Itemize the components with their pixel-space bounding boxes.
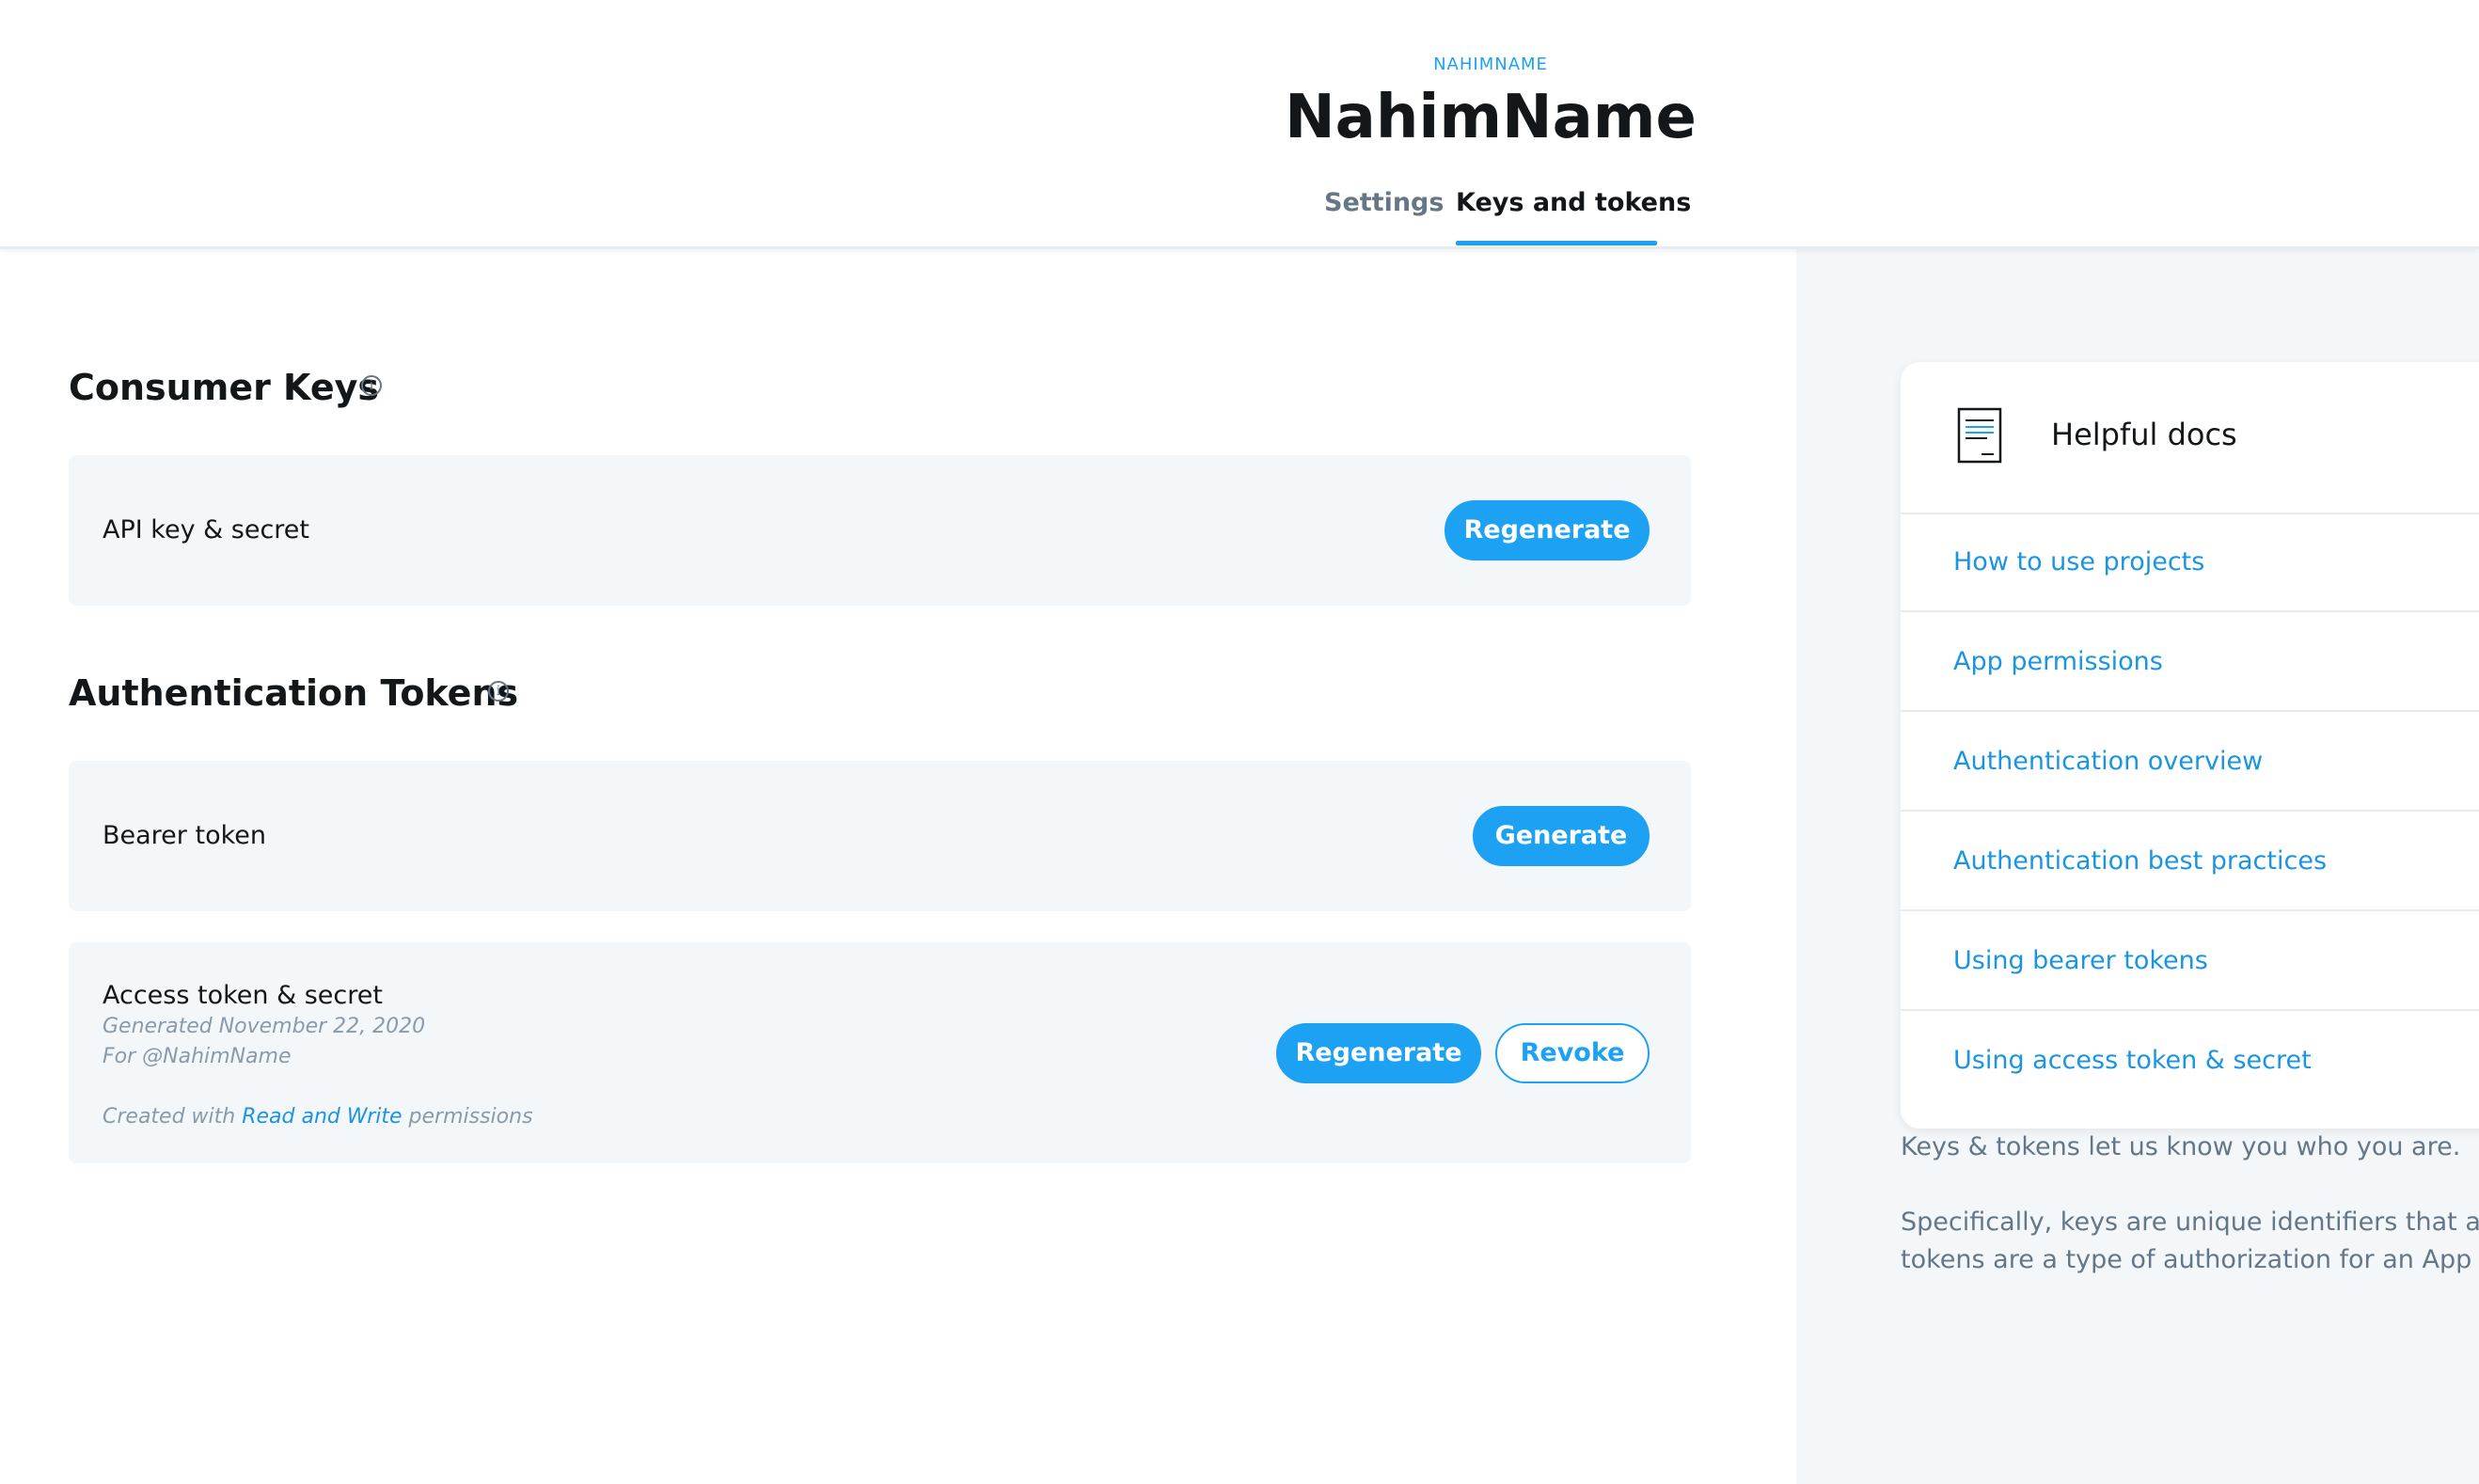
api-key-card: API key & secret Regenerate (69, 455, 1691, 606)
sidebar-blurb-intro: Keys & tokens let us know you who you ar… (1901, 1132, 2461, 1161)
app-handle-eyebrow: NAHIMNAME (1433, 55, 1548, 74)
authentication-tokens-heading: Authentication Tokens (69, 672, 519, 714)
access-token-regenerate-button[interactable]: Regenerate (1276, 1023, 1481, 1083)
api-key-regenerate-button[interactable]: Regenerate (1445, 500, 1650, 560)
helpful-docs-title: Helpful docs (2051, 417, 2237, 452)
doc-link-label: How to use projects (1953, 547, 2205, 576)
active-tab-indicator (1456, 241, 1657, 245)
doc-link-authentication-overview[interactable]: Authentication overview (1901, 712, 2479, 812)
main-content: Consumer Keys i API key & secret Regener… (0, 249, 1796, 1484)
helpful-docs-header: Helpful docs (1901, 362, 2479, 514)
api-key-label: API key & secret (103, 515, 310, 545)
tab-settings[interactable]: Settings (1324, 188, 1444, 217)
permissions-prefix: Created with (103, 1105, 236, 1129)
app-title: NahimName (1285, 83, 1697, 152)
document-icon (1957, 407, 2002, 464)
permissions-link[interactable]: Read and Write (242, 1105, 402, 1129)
bearer-token-generate-button[interactable]: Generate (1473, 806, 1650, 866)
doc-link-how-to-use-projects[interactable]: How to use projects (1901, 513, 2479, 612)
access-token-label: Access token & secret (103, 981, 383, 1010)
doc-link-label: App permissions (1953, 647, 2163, 676)
sidebar: Helpful docs How to use projects App per… (1796, 249, 2479, 1484)
doc-link-label: Authentication overview (1953, 747, 2264, 776)
tab-keys-and-tokens[interactable]: Keys and tokens (1456, 188, 1691, 217)
access-token-revoke-button[interactable]: Revoke (1495, 1023, 1650, 1083)
doc-link-label: Using access token & secret (1953, 1046, 2312, 1075)
bearer-token-label: Bearer token (103, 821, 266, 850)
doc-link-label: Using bearer tokens (1953, 946, 2208, 975)
access-token-permissions-note: Created with Read and Write permissions (103, 1105, 533, 1129)
doc-link-app-permissions[interactable]: App permissions (1901, 612, 2479, 712)
access-token-card: Access token & secret Generated November… (69, 942, 1691, 1163)
sidebar-blurb-line-1: Specifically, keys are unique identifier… (1901, 1208, 2479, 1237)
permissions-suffix: permissions (408, 1105, 533, 1129)
doc-link-label: Authentication best practices (1953, 846, 2328, 876)
doc-link-using-bearer-tokens[interactable]: Using bearer tokens (1901, 911, 2479, 1011)
access-token-generated-date: Generated November 22, 2020 (103, 1015, 426, 1038)
consumer-keys-heading: Consumer Keys (69, 367, 379, 408)
bearer-token-card: Bearer token Generate (69, 761, 1691, 911)
access-token-owner: For @NahimName (103, 1045, 292, 1068)
doc-link-authentication-best-practices[interactable]: Authentication best practices (1901, 812, 2479, 911)
doc-link-using-access-token-secret[interactable]: Using access token & secret (1901, 1011, 2479, 1111)
authentication-tokens-info-icon[interactable]: i (488, 681, 509, 702)
app-header: NAHIMNAME NahimName Settings Keys and to… (0, 0, 2479, 249)
consumer-keys-info-icon[interactable]: i (361, 375, 382, 396)
sidebar-blurb-line-2: tokens are a type of authorization for a… (1901, 1245, 2479, 1274)
helpful-docs-card: Helpful docs How to use projects App per… (1901, 362, 2479, 1129)
